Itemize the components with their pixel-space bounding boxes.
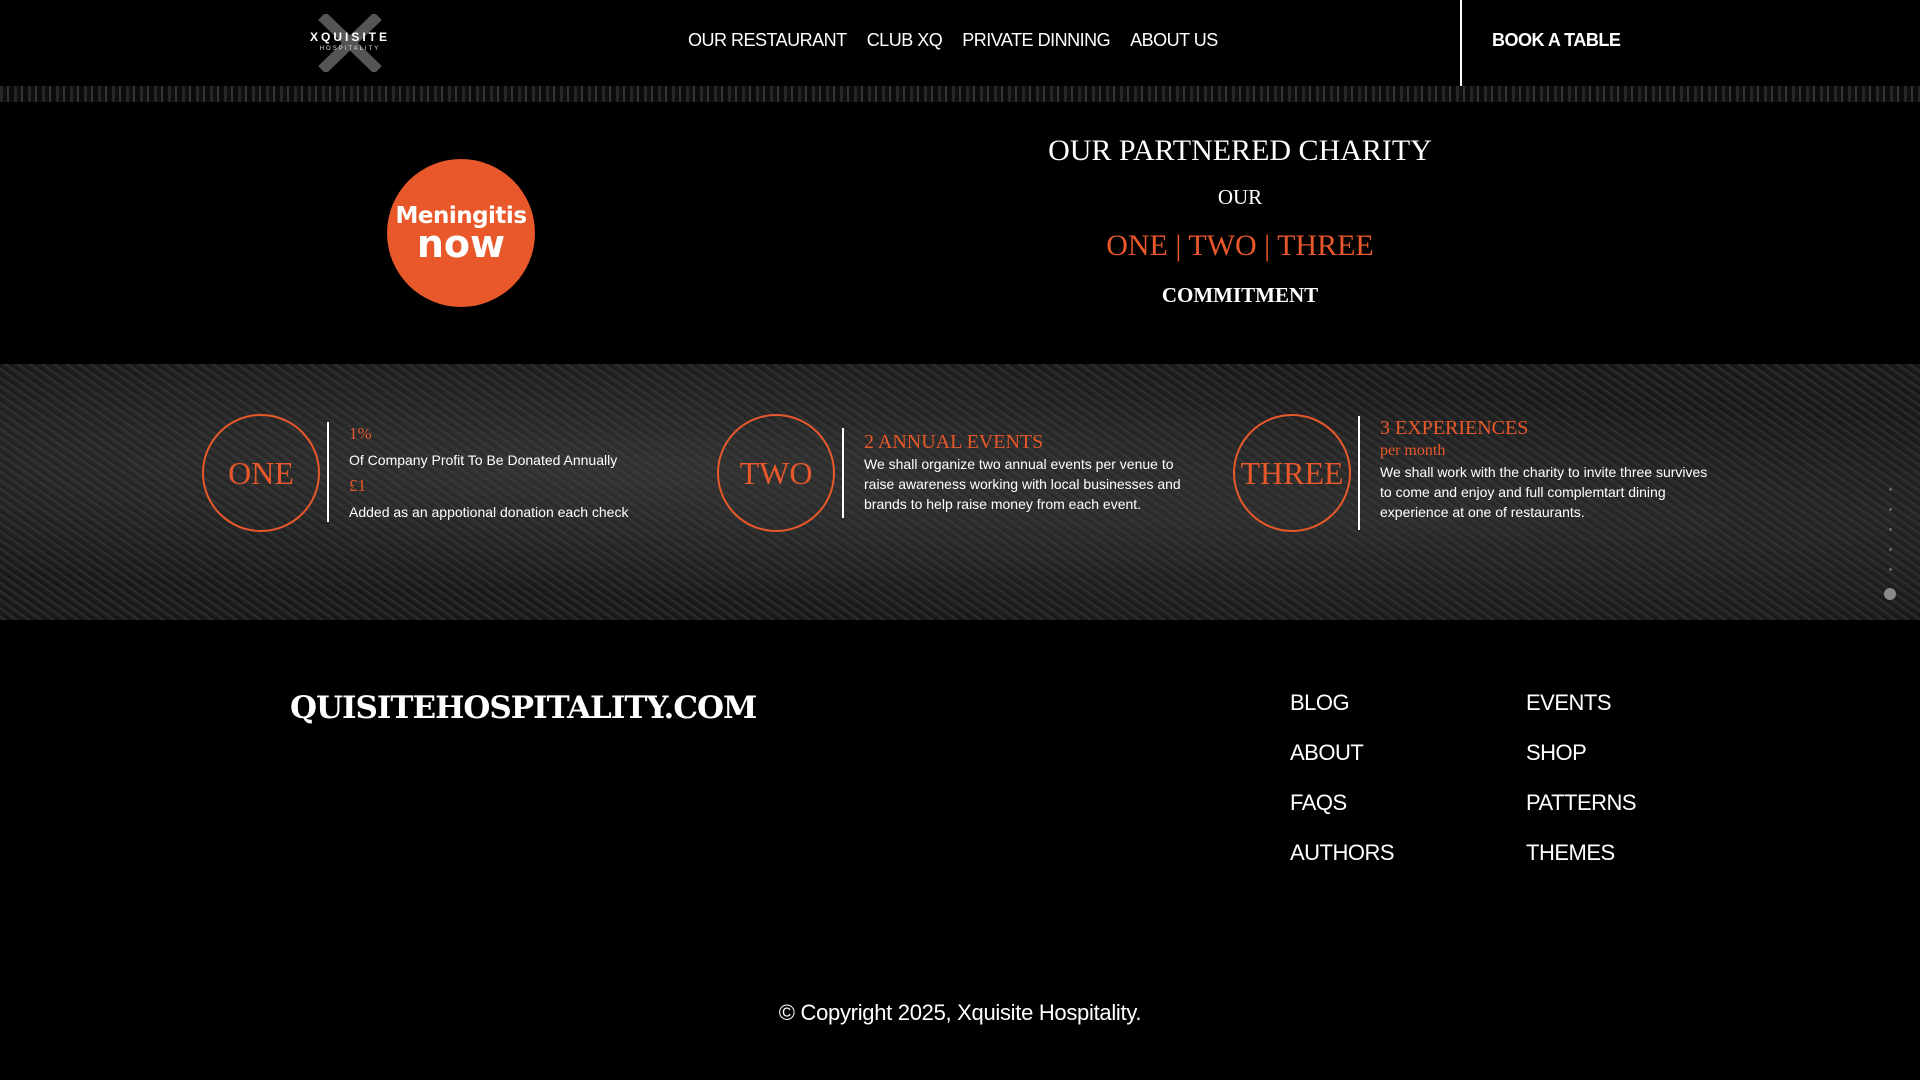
footer-link-events[interactable]: EVENTS [1526, 690, 1636, 740]
commitment-two-info: 2 ANNUAL EVENTS We shall organize two an… [864, 430, 1204, 514]
footer-links-col2: EVENTS SHOP PATTERNS THEMES [1526, 690, 1637, 890]
commitment-one-stat: 1% [349, 424, 372, 443]
commitment-one-info: 1% Of Company Profit To Be Donated Annua… [349, 424, 649, 522]
commitment-two-line1: We shall organize two annual events per … [864, 456, 1174, 472]
commitment-three-ring: THREE [1233, 414, 1351, 532]
book-table-button[interactable]: BOOK A TABLE [1492, 30, 1621, 51]
commitment-one-desc2: Added as an appotional donation each che… [349, 504, 629, 520]
commitment-three-line3: experience at one of restaurants. [1380, 504, 1585, 520]
page-dot[interactable] [1888, 508, 1892, 511]
nav-private-dinning[interactable]: PRIVATE DINNING [962, 30, 1110, 51]
footer-links-col1: BLOG ABOUT FAQS AUTHORS [1290, 690, 1395, 890]
commitment-three-info: 3 EXPERIENCES per month We shall work wi… [1380, 416, 1740, 522]
commitment-two-title: 2 ANNUAL EVENTS [864, 431, 1044, 453]
charity-logo-line2: now [416, 222, 506, 266]
charity-commitment: COMMITMENT [1161, 283, 1319, 307]
footer-link-themes[interactable]: THEMES [1526, 840, 1636, 890]
commitment-one-divider [327, 422, 329, 522]
commitment-three-title: 3 EXPERIENCES [1380, 417, 1529, 439]
commitment-two-divider [842, 428, 844, 518]
commitment-two-ring: TWO [717, 414, 835, 532]
copyright: © Copyright 2025, Xquisite Hospitality. [778, 1000, 1142, 1025]
commitment-two-line2: raise awareness working with local busin… [864, 476, 1181, 492]
commitment-two-line3: brands to help raise money from each eve… [864, 496, 1142, 512]
charity-our: OUR [1217, 185, 1263, 209]
page-dot[interactable] [1888, 488, 1892, 491]
main-nav: OUR RESTAURANT CLUB XQ PRIVATE DINNING A… [688, 30, 1218, 51]
commitment-three-line1: We shall work with the charity to invite… [1380, 464, 1708, 480]
commitment-one-stat2: £1 [349, 476, 366, 495]
logo-brand: XQUISITE [309, 30, 390, 44]
header-texture-strip [0, 86, 1920, 102]
logo[interactable]: XQUISITE HOSPITALITY [300, 14, 400, 72]
footer-site-name[interactable]: QUISITEHOSPITALITY.COM [290, 690, 757, 726]
nav-divider [1460, 0, 1462, 86]
page-dot[interactable] [1888, 548, 1892, 551]
footer-link-shop[interactable]: SHOP [1526, 740, 1636, 790]
commitment-three-sub: per month [1380, 442, 1446, 459]
commitment-three-line2: to come and enjoy and full complemtart d… [1380, 484, 1666, 500]
charity-numbers: ONE | TWO | THREE [1106, 229, 1374, 262]
charity-text: OUR PARTNERED CHARITY OUR ONE | TWO | TH… [1000, 132, 1480, 308]
logo-sub: HOSPITALITY [319, 46, 381, 52]
commitment-one-ring: ONE [202, 414, 320, 532]
footer-link-authors[interactable]: AUTHORS [1290, 840, 1395, 890]
footer-link-blog[interactable]: BLOG [1290, 690, 1394, 740]
nav-club-xq[interactable]: CLUB XQ [867, 30, 943, 51]
charity-section: Meningitis now OUR PARTNERED CHARITY OUR… [0, 102, 1920, 364]
charity-title: OUR PARTNERED CHARITY [1048, 134, 1432, 167]
page-dot-active[interactable] [1884, 588, 1896, 600]
site-header: XQUISITE HOSPITALITY OUR RESTAURANT CLUB… [0, 0, 1920, 86]
page-dot[interactable] [1888, 528, 1892, 531]
footer-link-patterns[interactable]: PATTERNS [1526, 790, 1637, 840]
commitment-one-desc: Of Company Profit To Be Donated Annually [349, 452, 618, 468]
page-dots [1884, 488, 1896, 617]
commitment-three-divider [1358, 416, 1360, 530]
nav-our-restaurant[interactable]: OUR RESTAURANT [688, 30, 847, 51]
nav-about-us[interactable]: ABOUT US [1130, 30, 1218, 51]
charity-logo[interactable]: Meningitis now [387, 159, 535, 307]
commitments-band: ONE 1% Of Company Profit To Be Donated A… [0, 364, 1920, 620]
footer-link-faqs[interactable]: FAQS [1290, 790, 1394, 840]
footer-link-about[interactable]: ABOUT [1290, 740, 1394, 790]
page-dot[interactable] [1888, 568, 1892, 571]
